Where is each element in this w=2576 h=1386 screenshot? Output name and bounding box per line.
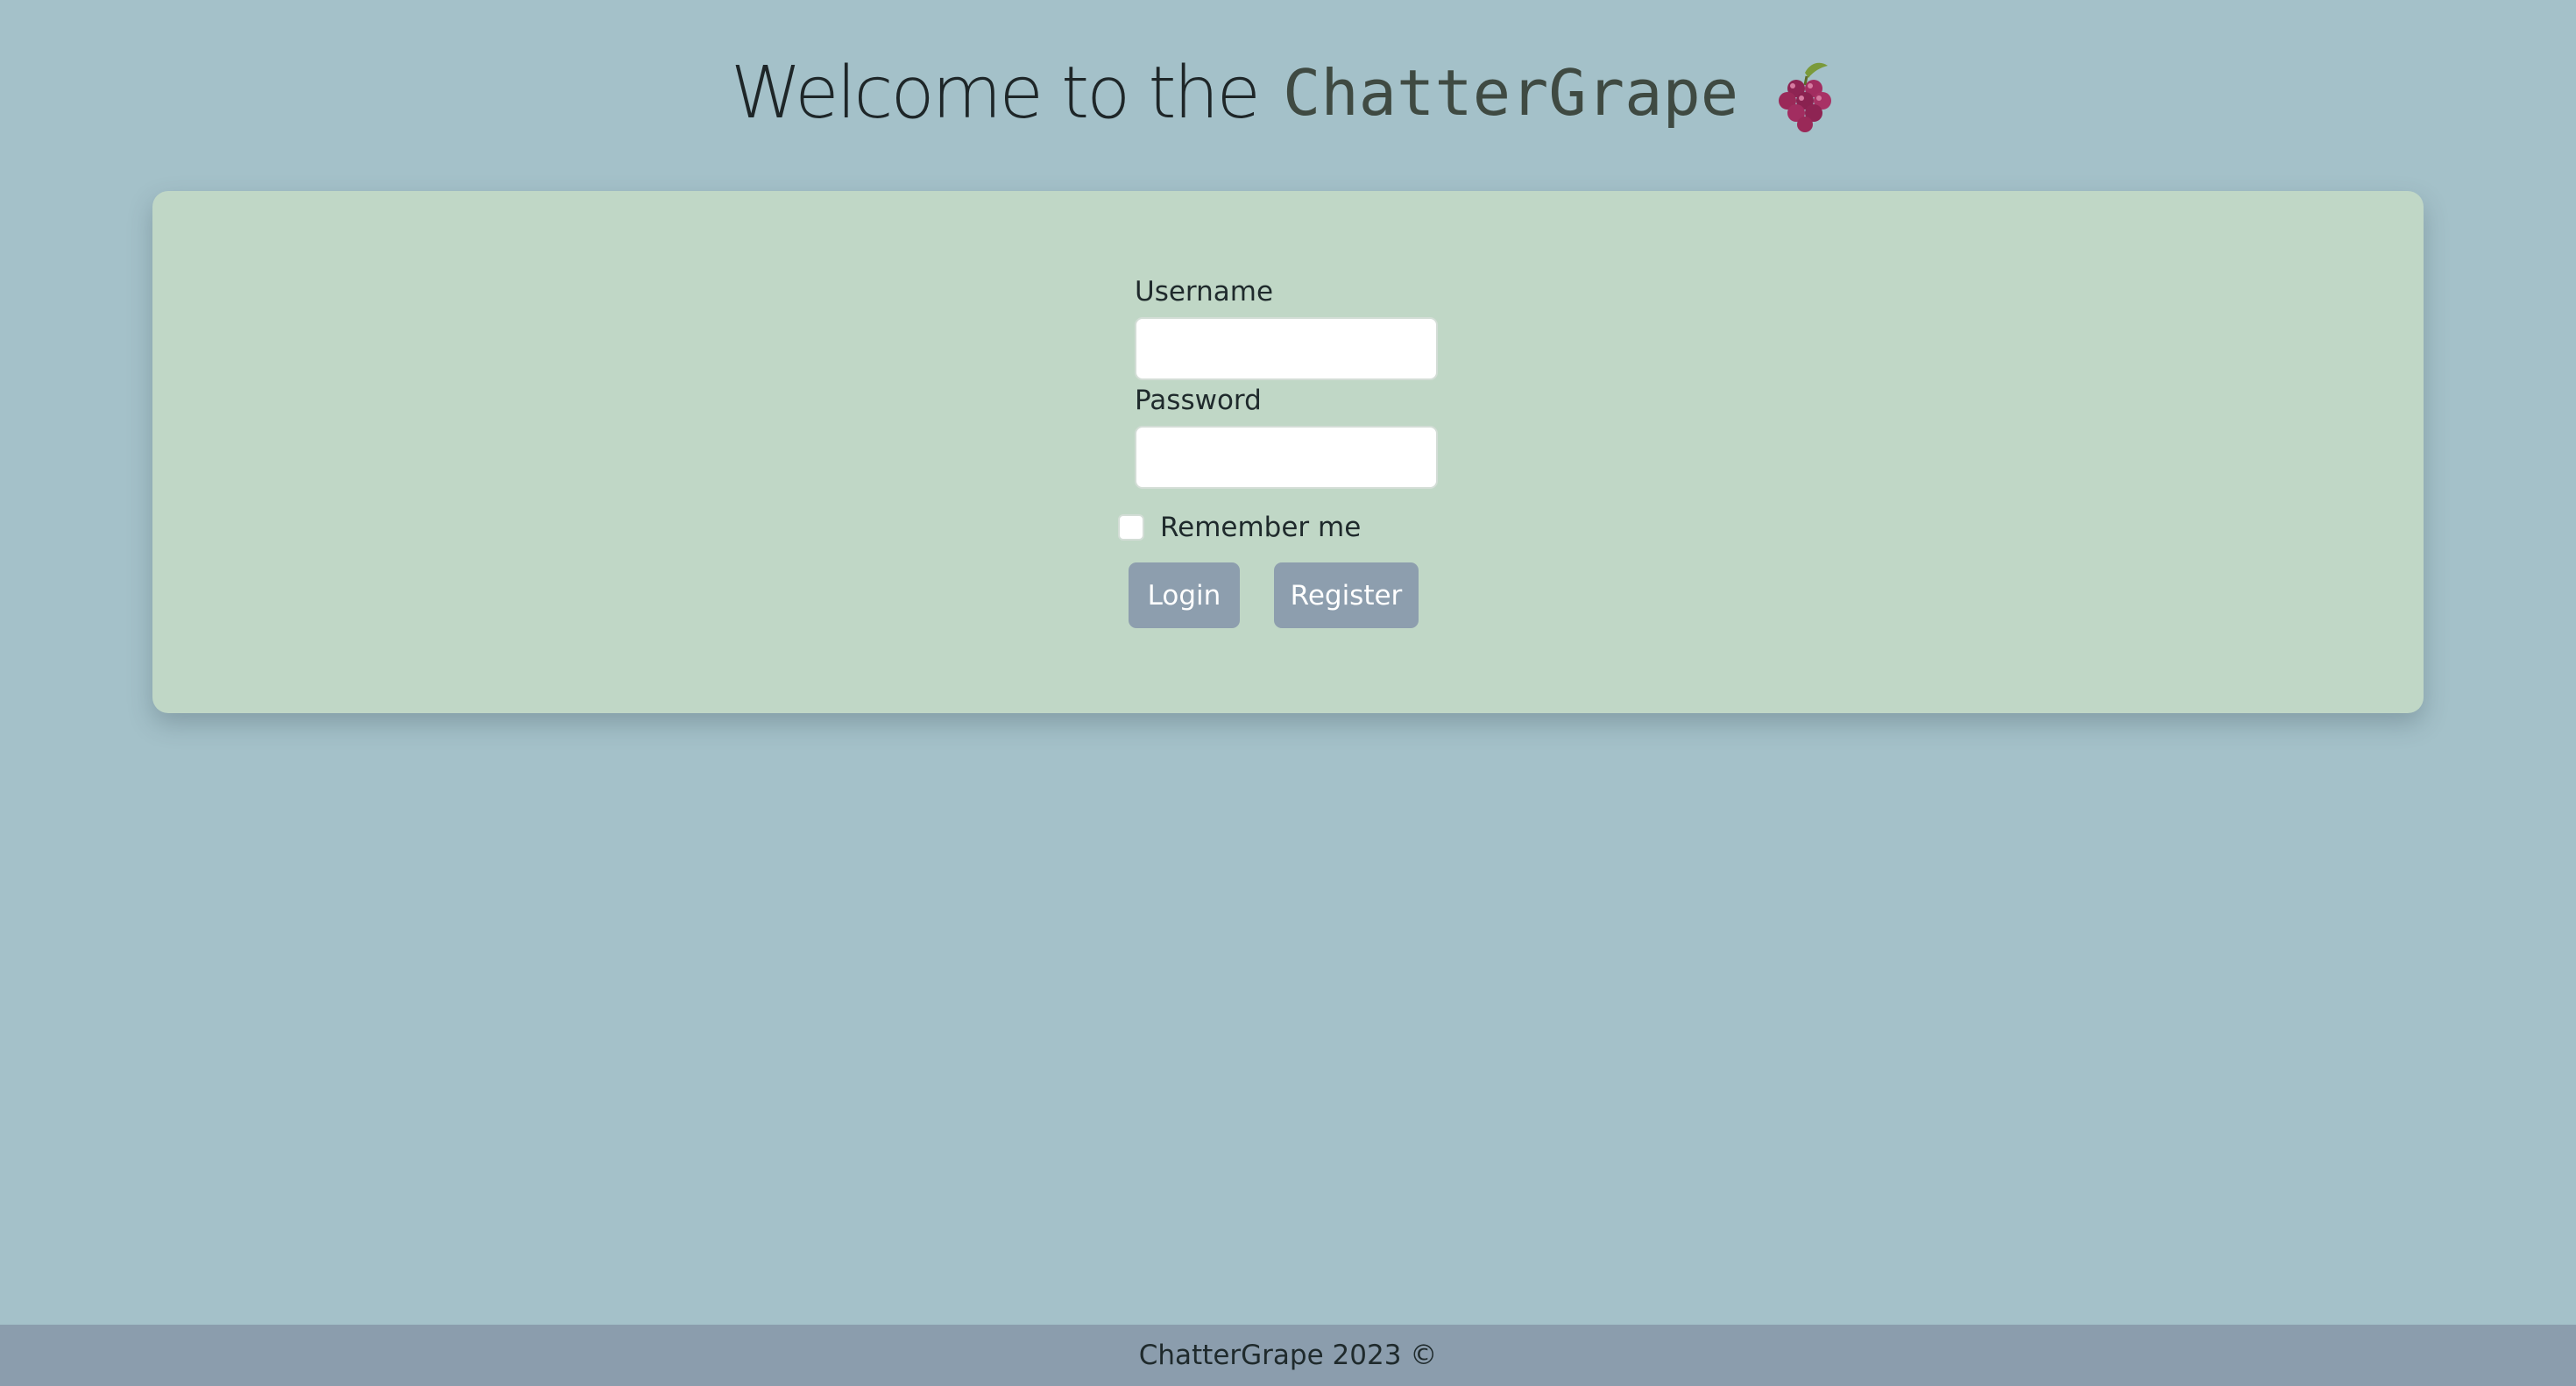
remember-me-row: Remember me bbox=[1118, 512, 1361, 543]
grapes-icon bbox=[1770, 59, 1845, 134]
footer-copyright: ChatterGrape 2023 © bbox=[1138, 1340, 1438, 1371]
username-label: Username bbox=[1135, 276, 1274, 308]
password-label: Password bbox=[1135, 385, 1262, 416]
login-button[interactable]: Login bbox=[1129, 562, 1240, 628]
login-card: Username Password Remember me Login Regi… bbox=[152, 191, 2424, 713]
register-button[interactable]: Register bbox=[1274, 562, 1419, 628]
page-footer: ChatterGrape 2023 © bbox=[0, 1325, 2576, 1386]
brand-name: ChatterGrape bbox=[1282, 56, 1739, 130]
username-input[interactable] bbox=[1135, 317, 1438, 380]
remember-me-checkbox[interactable] bbox=[1118, 514, 1144, 541]
remember-me-label[interactable]: Remember me bbox=[1160, 512, 1361, 543]
password-input[interactable] bbox=[1135, 426, 1438, 489]
page-title-welcome: Welcome to the bbox=[730, 51, 1261, 135]
page-header: Welcome to the ChatterGrape bbox=[0, 40, 2576, 145]
